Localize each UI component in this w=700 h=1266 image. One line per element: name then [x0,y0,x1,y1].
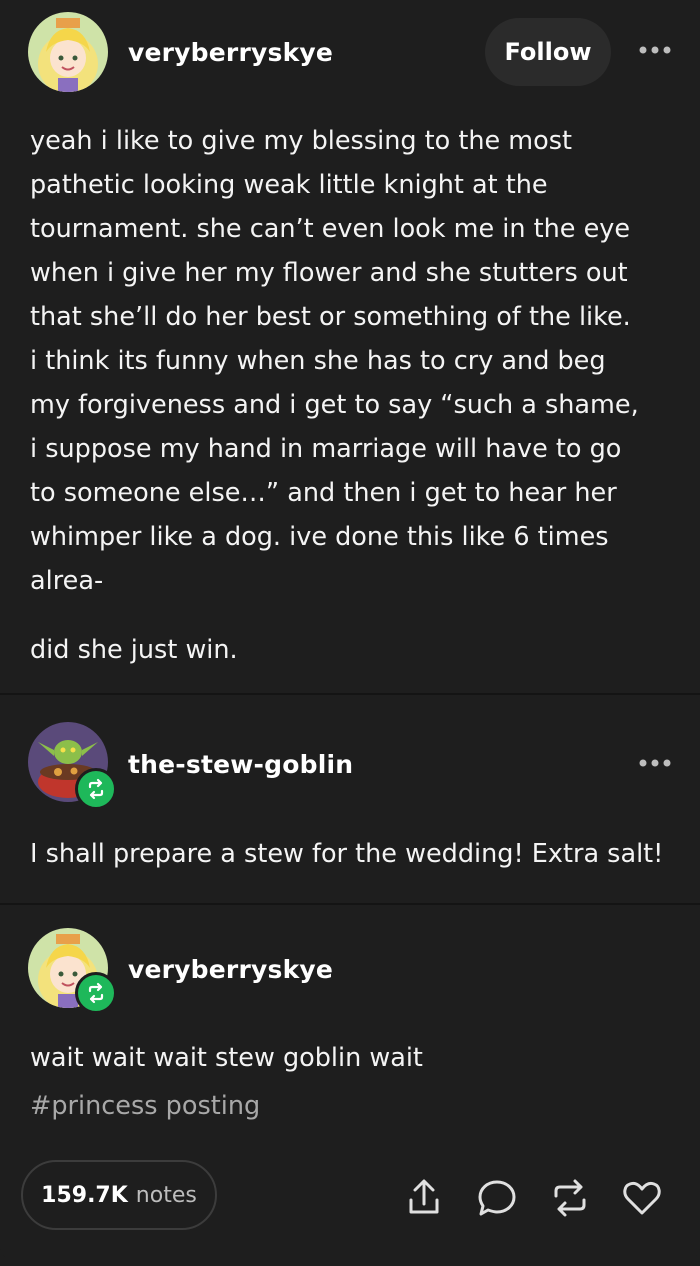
divider [0,693,700,695]
tag-link[interactable]: #princess posting [30,1091,260,1121]
reblog-icon[interactable] [548,1176,592,1220]
reblog-badge [75,768,117,810]
reblog-badge [75,972,117,1014]
notes-button[interactable]: 159.7K notes [21,1160,217,1230]
more-options-icon[interactable] [638,757,672,769]
reblog-icon [88,982,104,1004]
post-card: veryberryskye Follow yeah i like to give… [0,0,700,1260]
post-body-text: yeah i like to give my blessing to the m… [30,126,639,596]
follow-button[interactable]: Follow [485,18,611,86]
share-icon[interactable] [402,1176,446,1220]
reply-icon[interactable] [475,1176,519,1220]
post-body-ending: did she just win. [30,635,238,665]
notes-label: notes [135,1182,197,1208]
reblog-author-name[interactable]: veryberryskye [128,955,333,984]
avatar[interactable] [28,12,108,92]
notes-count: 159.7K [41,1182,128,1208]
reblog-body-text: I shall prepare a stew for the wedding! … [30,839,664,869]
divider [0,903,700,905]
reblog-body-text: wait wait wait stew goblin wait [30,1043,423,1073]
princess-avatar-icon [28,12,108,92]
like-icon[interactable] [620,1176,664,1220]
more-options-icon[interactable] [638,44,672,56]
reblog-icon [88,778,104,800]
reblog-author-name[interactable]: the-stew-goblin [128,750,353,779]
post-author-name[interactable]: veryberryskye [128,38,333,67]
